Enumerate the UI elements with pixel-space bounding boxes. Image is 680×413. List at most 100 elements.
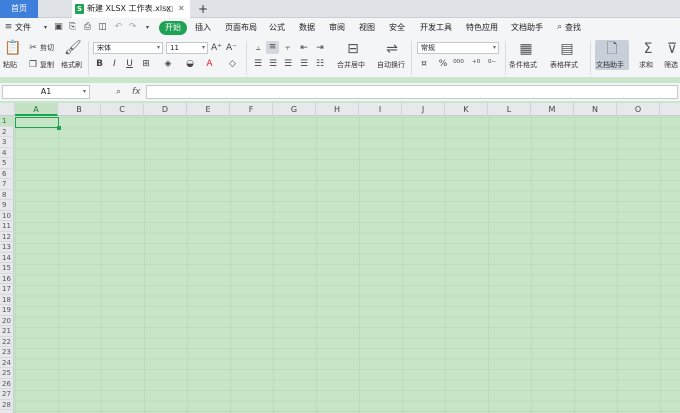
column-header-a[interactable]: A xyxy=(15,103,58,116)
copy-button[interactable]: 复制 xyxy=(40,60,54,70)
menu-insert[interactable]: 插入 xyxy=(195,21,211,35)
justify-icon[interactable]: ☰ xyxy=(299,59,309,69)
row-header-23[interactable]: 23 xyxy=(0,347,14,358)
close-icon[interactable]: ✕ xyxy=(178,0,185,18)
undo-icon[interactable]: ↶ xyxy=(114,23,123,32)
filter-icon[interactable]: ⊽ xyxy=(665,41,679,57)
row-header-25[interactable]: 25 xyxy=(0,368,14,379)
paste-icon[interactable]: 📋 xyxy=(4,40,21,56)
wrap-text-icon[interactable]: ⇌ xyxy=(383,41,401,57)
row-header-3[interactable]: 3 xyxy=(0,137,14,148)
menu-security[interactable]: 安全 xyxy=(389,21,405,35)
format-painter-button[interactable]: 格式刷 xyxy=(61,60,82,70)
cut-button[interactable]: 剪切 xyxy=(40,43,54,53)
column-header-d[interactable]: D xyxy=(144,103,187,116)
table-style-icon[interactable]: ▤ xyxy=(558,41,576,57)
row-header-13[interactable]: 13 xyxy=(0,242,14,253)
row-header-4[interactable]: 4 xyxy=(0,148,14,158)
active-cell[interactable] xyxy=(15,117,61,130)
wrap-text-button[interactable]: 自动换行 xyxy=(377,60,405,70)
row-header-24[interactable]: 24 xyxy=(0,358,14,368)
redo-icon[interactable]: ↷ xyxy=(128,23,137,32)
menu-special[interactable]: 特色应用 xyxy=(466,21,498,35)
select-all-corner[interactable] xyxy=(0,103,15,116)
column-header-h[interactable]: H xyxy=(316,103,359,116)
row-header-18[interactable]: 18 xyxy=(0,295,14,305)
row-header-26[interactable]: 26 xyxy=(0,379,14,389)
sum-button[interactable]: 求和 xyxy=(639,60,653,70)
column-header-f[interactable]: F xyxy=(230,103,273,116)
table-style-button[interactable]: 表格样式 xyxy=(550,60,578,70)
restore-icon[interactable]: ▢ xyxy=(166,0,174,18)
tab-document[interactable]: S 新建 XLSX 工作表.xlsx ▢ ✕ xyxy=(72,0,190,18)
merge-center-icon[interactable]: ⊟ xyxy=(344,41,362,57)
column-header-e[interactable]: E xyxy=(187,103,230,116)
paste-button[interactable]: 粘贴 xyxy=(3,60,17,70)
function-icon[interactable]: fx xyxy=(132,85,141,99)
menu-file[interactable]: 文件 xyxy=(15,21,31,35)
menu-page-layout[interactable]: 页面布局 xyxy=(225,21,257,35)
align-left-icon[interactable]: ☰ xyxy=(253,59,263,69)
print-icon[interactable]: ⎙ xyxy=(83,23,92,32)
font-color-icon[interactable]: A xyxy=(205,59,214,69)
number-format-select[interactable]: 常规 ▾ xyxy=(417,42,499,54)
row-header-15[interactable]: 15 xyxy=(0,263,14,274)
column-header-j[interactable]: J xyxy=(402,103,445,116)
merge-center-button[interactable]: 合并居中 xyxy=(337,60,365,70)
column-header-l[interactable]: L xyxy=(488,103,531,116)
font-size-select[interactable]: 11 ▾ xyxy=(166,42,208,54)
name-box[interactable]: A1 ▾ xyxy=(2,85,90,99)
indent-decrease-icon[interactable]: ⇤ xyxy=(299,43,309,53)
menu-formulas[interactable]: 公式 xyxy=(269,21,285,35)
thousands-icon[interactable]: ⁰⁰⁰ xyxy=(453,59,464,69)
row-header-2[interactable]: 2 xyxy=(0,127,14,137)
row-header-21[interactable]: 21 xyxy=(0,326,14,337)
row-header-6[interactable]: 6 xyxy=(0,169,14,179)
column-header-c[interactable]: C xyxy=(101,103,144,116)
row-header-17[interactable]: 17 xyxy=(0,284,14,295)
italic-icon[interactable]: I xyxy=(110,59,119,69)
border-icon[interactable]: ⊞ xyxy=(140,59,152,69)
export-icon[interactable]: ⎘ xyxy=(68,23,77,32)
spreadsheet-grid[interactable]: ABCDEFGHIJKLMNO 1 2 3 4 5 6 7 8 9 10 11 12 13 14 15 16 1… xyxy=(0,103,680,413)
column-header-n[interactable]: N xyxy=(574,103,617,116)
column-header-g[interactable]: G xyxy=(273,103,316,116)
align-top-icon[interactable]: ⫠ xyxy=(253,43,263,53)
row-header-5[interactable]: 5 xyxy=(0,158,14,169)
zoom-search-icon[interactable]: ⌕ xyxy=(116,85,121,99)
row-header-11[interactable]: 11 xyxy=(0,221,14,232)
conditional-format-button[interactable]: 条件格式 xyxy=(509,60,537,70)
clear-format-icon[interactable]: ◇ xyxy=(227,59,238,69)
percent-icon[interactable]: % xyxy=(438,59,448,69)
menu-doc-helper[interactable]: 文档助手 xyxy=(511,21,543,35)
align-center-icon[interactable]: ☰ xyxy=(268,59,278,69)
row-header-12[interactable]: 12 xyxy=(0,232,14,242)
fill-color-icon[interactable]: ◈ xyxy=(162,59,174,69)
font-name-select[interactable]: 宋体 ▾ xyxy=(93,42,163,54)
row-header-14[interactable]: 14 xyxy=(0,253,14,263)
menu-home[interactable]: 开始 xyxy=(159,21,187,35)
row-header-10[interactable]: 10 xyxy=(0,211,14,221)
column-header-m[interactable]: M xyxy=(531,103,574,116)
menu-review[interactable]: 审阅 xyxy=(329,21,345,35)
decrease-decimal-icon[interactable]: ⁰⁻ xyxy=(486,59,498,69)
conditional-format-icon[interactable]: ▦ xyxy=(517,41,535,57)
bold-icon[interactable]: B xyxy=(95,59,104,69)
row-header-20[interactable]: 20 xyxy=(0,316,14,326)
row-header-22[interactable]: 22 xyxy=(0,337,14,347)
row-header-16[interactable]: 16 xyxy=(0,274,14,284)
align-bottom-icon[interactable]: ⫟ xyxy=(283,43,293,53)
column-header-i[interactable]: I xyxy=(359,103,402,116)
increase-font-icon[interactable]: A⁺ xyxy=(211,43,222,53)
underline-icon[interactable]: U xyxy=(125,59,134,69)
doc-helper-button[interactable]: 文档助手 xyxy=(596,60,624,70)
decrease-font-icon[interactable]: A⁻ xyxy=(226,43,237,53)
menu-data[interactable]: 数据 xyxy=(299,21,315,35)
menu-view[interactable]: 视图 xyxy=(359,21,375,35)
row-header-9[interactable]: 9 xyxy=(0,200,14,211)
row-header-27[interactable]: 27 xyxy=(0,389,14,400)
row-header-7[interactable]: 7 xyxy=(0,179,14,190)
new-tab-button[interactable]: + xyxy=(198,0,208,18)
print-preview-icon[interactable]: ◫ xyxy=(98,23,107,32)
tab-home[interactable]: 首页 xyxy=(0,0,38,18)
